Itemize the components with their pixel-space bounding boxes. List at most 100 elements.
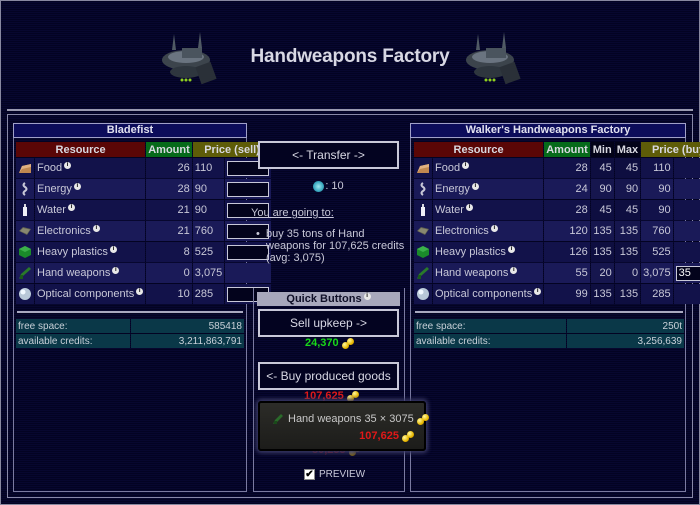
right-summary: free space: 250t available credits: 3,25… <box>413 318 685 349</box>
buy-produced-goods-button[interactable]: <- Buy produced goods <box>258 362 399 390</box>
max-cell: 135 <box>614 221 641 241</box>
amount-cell: 99 <box>544 284 590 304</box>
info-icon[interactable]: i <box>534 288 542 296</box>
resource-name: Food i <box>35 158 146 178</box>
price-cell: 760 <box>641 221 673 241</box>
price-cell: 110 <box>192 158 225 178</box>
heavy-plastics-icon <box>16 242 34 262</box>
quantity-input[interactable] <box>675 265 700 281</box>
going-to-label: You are going to: <box>251 207 334 219</box>
resource-name: Hand weapons i <box>433 263 544 283</box>
resource-name: Optical components i <box>433 284 544 304</box>
price-cell: 285 <box>641 284 673 304</box>
amount-header: Amount <box>146 142 192 157</box>
amount-cell: 0 <box>146 263 192 283</box>
action-points: : 10 <box>258 180 399 192</box>
resource-name-text: Hand weapons <box>435 267 509 279</box>
left-resource-table: Resource Amount Price (sell) Food i 26 110 E… <box>15 141 272 305</box>
amount-header: Amount <box>544 142 590 157</box>
transfer-button[interactable]: <- Transfer -> <box>258 141 399 169</box>
preview-toggle[interactable]: ✔ PREVIEW <box>304 469 365 480</box>
credits-value: 3,211,863,791 <box>131 334 244 348</box>
food-icon <box>16 158 34 178</box>
page-title: Handweapons Factory <box>250 46 450 67</box>
empty-cell <box>673 242 700 262</box>
resource-name: Water i <box>35 200 146 220</box>
left-panel-title: Bladefist <box>13 123 247 138</box>
empty-cell <box>673 179 700 199</box>
price-cell: 3,075 <box>641 263 673 283</box>
credits-label: available credits: <box>414 334 566 348</box>
food-icon <box>414 158 432 178</box>
amount-cell: 24 <box>544 179 590 199</box>
credits-icon <box>346 390 359 402</box>
resource-name-text: Heavy plastics <box>37 246 108 258</box>
min-cell: 135 <box>590 242 614 262</box>
water-icon <box>414 200 432 220</box>
empty-cell <box>673 284 700 304</box>
amount-cell: 21 <box>146 221 192 241</box>
empty-cell <box>673 158 700 178</box>
info-icon[interactable]: i <box>490 225 498 233</box>
resource-name: Energy i <box>35 179 146 199</box>
resource-name-text: Optical components <box>435 288 533 300</box>
credits-label: available credits: <box>16 334 130 348</box>
info-icon[interactable]: i <box>462 162 470 170</box>
sell-upkeep-button[interactable]: Sell upkeep -> <box>258 309 399 337</box>
resource-row: Energy i 28 90 <box>16 179 272 199</box>
resource-name-text: Electronics <box>37 225 91 237</box>
quantity-cell <box>673 263 700 283</box>
energy-icon <box>16 179 34 199</box>
min-cell: 135 <box>590 221 614 241</box>
min-header: Min <box>590 142 614 157</box>
price-cell: 90 <box>192 200 225 220</box>
resource-name: Electronics i <box>433 221 544 241</box>
price-cell: 90 <box>641 179 673 199</box>
resource-name-text: Food <box>37 162 63 174</box>
info-icon[interactable]: i <box>507 246 515 254</box>
info-icon[interactable]: i <box>67 204 75 212</box>
resource-header: Resource <box>414 142 544 157</box>
amount-cell: 126 <box>544 242 590 262</box>
right-panel-title: Walker's Handweapons Factory <box>410 123 686 138</box>
preview-checkbox[interactable]: ✔ <box>304 469 315 480</box>
amount-cell: 8 <box>146 242 192 262</box>
max-cell: 45 <box>614 200 641 220</box>
price-cell: 90 <box>641 200 673 220</box>
info-icon[interactable]: i <box>510 267 518 275</box>
info-icon[interactable]: i <box>64 162 72 170</box>
resource-name: Hand weapons i <box>35 263 146 283</box>
info-icon[interactable]: i <box>136 288 144 296</box>
info-icon[interactable]: i <box>92 225 100 233</box>
sell-upkeep-amount: 24,370 <box>305 337 339 349</box>
factory-building-icon <box>466 32 521 85</box>
free-space-value: 585418 <box>131 319 244 333</box>
amount-cell: 28 <box>146 179 192 199</box>
info-icon[interactable]: i <box>363 293 371 301</box>
going-to-item: buy 35 tons of Hand weapons for 107,625 … <box>266 228 405 264</box>
credits-value: 3,256,639 <box>567 334 684 348</box>
info-icon[interactable]: i <box>465 204 473 212</box>
info-icon[interactable]: i <box>471 183 479 191</box>
info-icon[interactable]: i <box>112 267 120 275</box>
action-points-value: : 10 <box>325 180 344 192</box>
amount-cell: 10 <box>146 284 192 304</box>
resource-row: Food i 28 45 45 110 <box>414 158 700 178</box>
hand-weapons-icon <box>273 414 283 425</box>
resource-row: Electronics i 120 135 135 760 <box>414 221 700 241</box>
tooltip-text: Hand weapons 35 × 3075 <box>288 413 414 425</box>
energy-icon <box>414 179 432 199</box>
resource-row: Food i 26 110 <box>16 158 272 178</box>
credits-icon <box>402 430 414 442</box>
divider <box>17 311 243 313</box>
info-icon[interactable]: i <box>73 183 81 191</box>
resource-name-text: Water <box>435 204 464 216</box>
max-cell: 45 <box>614 158 641 178</box>
resource-name: Energy i <box>433 179 544 199</box>
info-icon[interactable]: i <box>109 246 117 254</box>
quick-buttons-title: Quick Buttons i <box>257 292 400 306</box>
resource-name-text: Heavy plastics <box>435 246 506 258</box>
resource-row: Heavy plastics i 8 525 <box>16 242 272 262</box>
free-space-value: 250t <box>567 319 684 333</box>
factory-building-icon <box>162 32 217 85</box>
